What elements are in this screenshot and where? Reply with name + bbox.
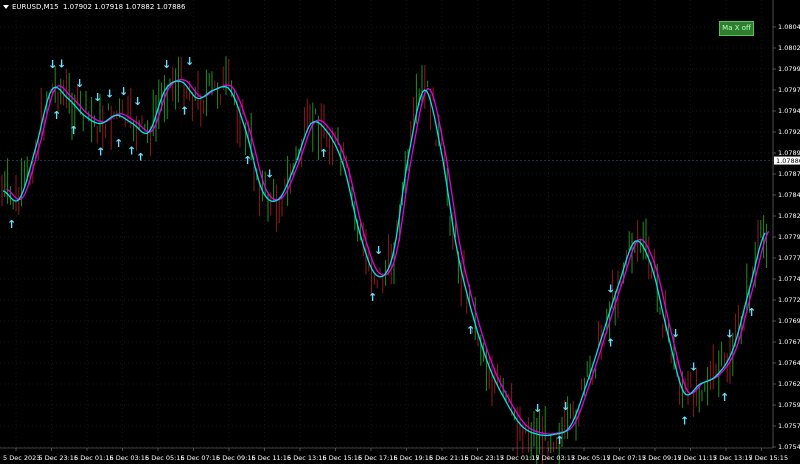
down-arrow-icon: ↓ — [671, 327, 680, 340]
time-axis[interactable]: 5 Dec 20235 Dec 23:156 Dec 01:156 Dec 03… — [3, 448, 788, 462]
up-arrow-icon: ↑ — [368, 291, 377, 304]
price-tick-label: 1.07945 — [778, 107, 800, 115]
current-price-marker: 1.07886 — [774, 156, 800, 165]
up-arrow-icon: ↑ — [7, 218, 16, 231]
time-tick-label: 7 Dec 03:15 — [536, 454, 576, 462]
time-tick-label: 6 Dec 23:15 — [465, 454, 505, 462]
time-tick-label: 5 Dec 2023 — [3, 454, 40, 462]
price-tick-label: 1.07870 — [778, 170, 800, 178]
chart-header: EURUSD,M15 1.07902 1.07918 1.07882 1.078… — [3, 3, 185, 11]
price-tick-label: 1.07645 — [778, 359, 800, 367]
up-arrow-icon: ↑ — [720, 391, 729, 404]
time-tick-label: 6 Dec 09:15 — [216, 454, 256, 462]
up-arrow-icon: ↑ — [114, 137, 123, 150]
down-arrow-icon: ↓ — [105, 87, 114, 100]
up-arrow-icon: ↑ — [466, 324, 475, 337]
price-axis[interactable]: 1.08045 1.08020 1.07995 1.07970 1.07945 1.079… — [773, 23, 800, 451]
price-tick-label: 1.07595 — [778, 401, 800, 409]
down-arrow-icon: ↓ — [133, 95, 142, 108]
price-tick-label: 1.07695 — [778, 317, 800, 325]
chart-grid — [0, 0, 773, 448]
time-tick-label: 6 Dec 11:15 — [252, 454, 292, 462]
time-tick-label: 6 Dec 05:15 — [145, 454, 185, 462]
price-tick-label: 1.08020 — [778, 44, 800, 52]
price-tick-label: 1.07845 — [778, 191, 800, 199]
price-tick-label: 1.07995 — [778, 65, 800, 73]
ohlc-values: 1.07902 1.07918 1.07882 1.07886 — [63, 3, 186, 11]
price-tick-label: 1.08045 — [778, 23, 800, 31]
time-tick-label: 7 Dec 01:15 — [500, 454, 540, 462]
down-arrow-icon: ↓ — [374, 244, 383, 257]
down-arrow-icon: ↓ — [93, 91, 102, 104]
up-arrow-icon: ↑ — [69, 124, 78, 137]
down-arrow-icon: ↓ — [57, 57, 66, 70]
up-arrow-icon: ↑ — [606, 336, 615, 349]
time-tick-label: 7 Dec 07:15 — [607, 454, 647, 462]
dropdown-triangle-icon[interactable] — [3, 5, 9, 9]
price-tick-label: 1.07795 — [778, 233, 800, 241]
down-arrow-icon: ↓ — [48, 58, 57, 71]
moving-average-fast — [2, 80, 766, 437]
price-tick-label: 1.07570 — [778, 422, 800, 430]
up-arrow-icon: ↑ — [96, 145, 105, 158]
price-chart[interactable]: ↑↑↑↑↑↑↑↑↑↑↑↑↑↑↑↑↑↓ ↓↓↓ ↓ ↓↓↓ ↓↓↓↓ ↓↓↓↓↓ 1.080… — [0, 0, 800, 464]
down-arrow-icon: ↓ — [265, 167, 274, 180]
time-tick-label: 7 Dec 15:15 — [749, 454, 789, 462]
time-tick-label: 7 Dec 11:15 — [678, 454, 718, 462]
time-tick-label: 6 Dec 15:15 — [323, 454, 363, 462]
up-arrow-icon: ↑ — [747, 306, 756, 319]
down-arrow-icon: ↓ — [533, 402, 542, 415]
up-arrow-icon: ↑ — [52, 109, 61, 122]
price-tick-label: 1.07770 — [778, 254, 800, 262]
time-tick-label: 7 Dec 13:15 — [713, 454, 753, 462]
down-arrow-icon: ↓ — [689, 360, 698, 373]
up-arrow-icon: ↑ — [555, 434, 564, 447]
time-tick-label: 6 Dec 13:15 — [287, 454, 327, 462]
price-tick-label: 1.07820 — [778, 212, 800, 220]
time-tick-label: 6 Dec 19:15 — [394, 454, 434, 462]
time-tick-label: 6 Dec 17:15 — [358, 454, 398, 462]
down-arrow-icon: ↓ — [725, 327, 734, 340]
price-tick-label: 1.07920 — [778, 128, 800, 136]
time-tick-label: 7 Dec 05:15 — [571, 454, 611, 462]
price-tick-label: 1.07745 — [778, 275, 800, 283]
up-arrow-icon: ↑ — [680, 414, 689, 427]
down-arrow-icon: ↓ — [561, 400, 570, 413]
down-arrow-icon: ↓ — [75, 77, 84, 90]
time-tick-label: 6 Dec 03:15 — [110, 454, 150, 462]
price-tick-label: 1.07670 — [778, 338, 800, 346]
down-arrow-icon: ↓ — [185, 55, 194, 68]
up-arrow-icon: ↑ — [136, 151, 145, 164]
up-arrow-icon: ↑ — [180, 105, 189, 118]
price-tick-label: 1.07970 — [778, 86, 800, 94]
time-tick-label: 6 Dec 21:15 — [429, 454, 469, 462]
up-arrow-icon: ↑ — [319, 147, 328, 160]
down-arrow-icon: ↓ — [606, 282, 615, 295]
price-tick-label: 1.07620 — [778, 380, 800, 388]
price-tick-label: 1.07545 — [778, 443, 800, 451]
symbol-label: EURUSD,M15 — [12, 3, 59, 11]
time-tick-label: 7 Dec 09:15 — [642, 454, 682, 462]
price-tick-label: 1.07720 — [778, 296, 800, 304]
up-arrow-icon: ↑ — [127, 144, 136, 157]
candlesticks — [1, 56, 767, 464]
time-tick-label: 5 Dec 23:15 — [39, 454, 79, 462]
time-tick-label: 6 Dec 07:15 — [181, 454, 221, 462]
time-tick-label: 6 Dec 01:15 — [74, 454, 114, 462]
current-price-label: 1.07886 — [776, 157, 800, 165]
down-arrow-icon: ↓ — [119, 85, 128, 98]
ma-cross-toggle-button[interactable]: Ma X off — [719, 21, 754, 36]
down-arrow-icon: ↓ — [162, 58, 171, 71]
